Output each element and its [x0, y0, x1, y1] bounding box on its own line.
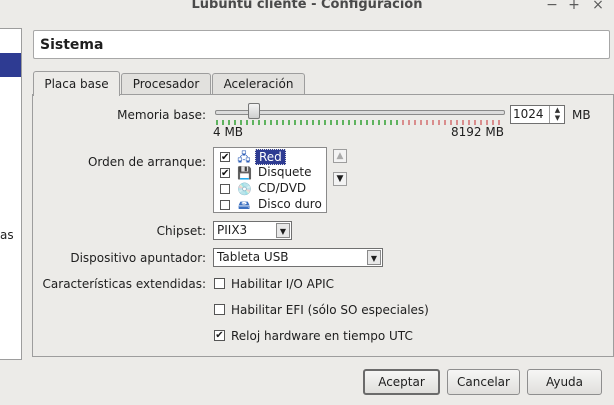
memory-max-label: 8192 MB: [451, 125, 504, 139]
io-apic-label[interactable]: Habilitar I/O APIC: [231, 277, 334, 291]
tab-label: Aceleración: [223, 77, 294, 91]
boot-item-cddvd[interactable]: 💿 CD/DVD: [215, 181, 326, 197]
boot-item-checkbox[interactable]: ✔: [220, 152, 230, 163]
pointing-device-select[interactable]: Tableta USB ▼: [213, 248, 383, 267]
memory-min-label: 4 MB: [213, 125, 244, 139]
boot-item-checkbox[interactable]: [220, 200, 230, 210]
tab-placa-base[interactable]: Placa base: [33, 71, 120, 96]
maximize-button[interactable]: +: [567, 0, 581, 13]
efi-label[interactable]: Habilitar EFI (sólo SO especiales): [231, 303, 429, 317]
tab-procesador[interactable]: Procesador: [121, 73, 211, 95]
memory-value: 1024: [513, 107, 544, 121]
window-title: Lubuntu cliente - Configuración: [191, 0, 423, 12]
chipset-select[interactable]: PIIX3 ▼: [213, 221, 292, 240]
boot-item-red[interactable]: ✔ 🖧 Red: [215, 149, 326, 165]
memory-unit: MB: [572, 108, 591, 122]
floppy-icon: 💾: [237, 166, 252, 180]
tab-label: Placa base: [44, 77, 109, 91]
chevron-down-icon[interactable]: ▼: [276, 223, 290, 238]
move-up-button[interactable]: ▲: [333, 149, 347, 163]
pointing-device-value: Tableta USB: [217, 250, 289, 264]
memory-label: Memoria base:: [117, 108, 206, 122]
boot-item-label: Disco duro: [258, 197, 322, 211]
harddisk-icon: 🖴: [237, 198, 251, 212]
accept-button[interactable]: Aceptar: [363, 369, 440, 395]
boot-item-label: Disquete: [258, 165, 312, 179]
boot-item-label: CD/DVD: [258, 181, 307, 195]
boot-item-label: Red: [255, 149, 286, 165]
minimize-button[interactable]: −: [545, 0, 559, 13]
efi-checkbox[interactable]: [214, 304, 225, 315]
boot-item-disquete[interactable]: ✔ 💾 Disquete: [215, 165, 326, 181]
cd-icon: 💿: [237, 182, 252, 196]
memory-spin-buttons[interactable]: ▲ ▼: [549, 106, 565, 123]
move-down-button[interactable]: ▼: [333, 172, 347, 186]
category-list-selected-item[interactable]: [0, 53, 21, 77]
section-title: Sistema: [40, 37, 104, 53]
extended-features-label: Características extendidas:: [42, 277, 206, 291]
io-apic-checkbox[interactable]: [214, 278, 225, 289]
section-header: [33, 30, 610, 59]
utc-clock-checkbox[interactable]: ✔: [214, 330, 225, 341]
boot-item-checkbox[interactable]: [220, 184, 230, 194]
pointing-device-label: Dispositivo apuntador:: [70, 251, 206, 265]
chevron-down-icon[interactable]: ▼: [367, 250, 381, 265]
memory-slider-handle[interactable]: [248, 103, 260, 119]
utc-clock-label[interactable]: Reloj hardware en tiempo UTC: [231, 329, 413, 343]
network-icon: 🖧: [237, 150, 251, 164]
tab-aceleracion[interactable]: Aceleración: [212, 73, 305, 95]
tab-panel: [32, 94, 614, 357]
boot-item-checkbox[interactable]: ✔: [220, 168, 230, 179]
chipset-label: Chipset:: [156, 224, 206, 238]
cancel-button[interactable]: Cancelar: [447, 369, 520, 395]
boot-item-disco-duro[interactable]: 🖴 Disco duro: [215, 197, 326, 213]
help-button[interactable]: Ayuda: [527, 369, 602, 395]
category-list-fragment: as: [0, 228, 14, 242]
chipset-value: PIIX3: [217, 223, 248, 237]
category-list[interactable]: [0, 28, 22, 360]
boot-order-label: Orden de arranque:: [87, 155, 206, 169]
tab-label: Procesador: [132, 77, 200, 91]
close-button[interactable]: ×: [591, 0, 605, 13]
